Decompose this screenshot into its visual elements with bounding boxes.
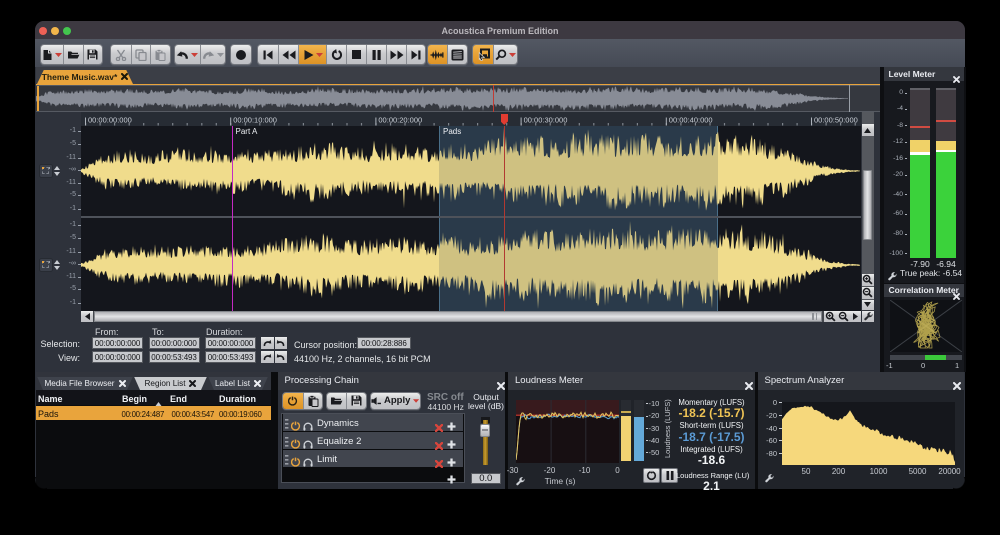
svg-text:00:00:20:000: 00:00:20:000 <box>378 116 422 125</box>
svg-text:00:00:50:000: 00:00:50:000 <box>814 116 858 125</box>
svg-text:00:00:30:000: 00:00:30:000 <box>524 116 568 125</box>
svg-text:00:00:10:000: 00:00:10:000 <box>233 116 277 125</box>
svg-text:00:00:00:000: 00:00:00:000 <box>88 116 132 125</box>
svg-text:00:00:40:000: 00:00:40:000 <box>669 116 713 125</box>
